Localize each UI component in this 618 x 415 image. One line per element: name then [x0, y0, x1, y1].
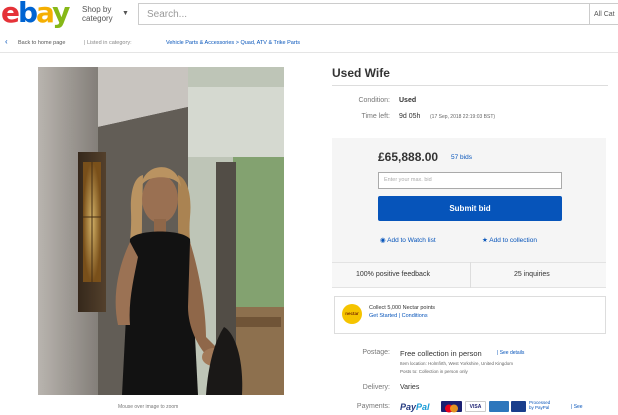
search-input[interactable]: Search... [138, 3, 590, 25]
bid-count-link[interactable]: 57 bids [451, 154, 472, 161]
end-date: (17 Sep, 2018 22:19:03 BST) [430, 114, 496, 120]
paypal-word1: Pay [400, 402, 417, 412]
nectar-links[interactable]: Get Started | Conditions [369, 313, 428, 319]
nectar-points-text: Collect 5,000 Nectar points [369, 305, 436, 311]
logo-letter-b: b [18, 0, 38, 29]
paypal-logo: PayPal [400, 402, 430, 412]
header-bar: ebay Shop by category ▼ Search... All Ca… [0, 0, 618, 30]
listed-in-label: | Listed in category: [84, 40, 132, 46]
listing-title: Used Wife [332, 66, 390, 80]
time-left-value: 9d 05h [399, 113, 421, 120]
shop-by-category-button[interactable]: Shop by category [82, 5, 113, 23]
current-price: £65,888.00 [378, 150, 439, 164]
back-to-home-link[interactable]: Back to home page [18, 40, 65, 46]
posts-to: Posts to: Collection in person only [400, 369, 468, 374]
header-divider [0, 52, 618, 53]
delivery-label: Delivery: [362, 384, 390, 391]
condition-value: Used [399, 97, 417, 104]
payments-label: Payments: [356, 403, 390, 410]
paypal-word2: Pal [416, 402, 430, 412]
zoom-caption: Mouse over image to zoom [118, 404, 179, 410]
watchlist-label: Add to Watch list [387, 237, 436, 244]
postage-label: Postage: [362, 349, 390, 356]
processed-line2: by PayPal [529, 405, 550, 410]
delivery-value: Varies [400, 384, 420, 391]
eye-icon: ◉ [380, 237, 386, 244]
visa-icon: VISA [465, 401, 486, 412]
see-details-link[interactable]: | See details [497, 350, 524, 356]
logo-letter-e: e [1, 0, 20, 29]
collection-label: Add to collection [489, 237, 537, 244]
add-to-collection-link[interactable]: ★ Add to collection [482, 236, 537, 244]
payment-see-link[interactable]: | See [571, 404, 583, 410]
chevron-down-icon[interactable]: ▼ [122, 10, 129, 17]
inquiries-count: 25 inquiries [514, 271, 550, 278]
shop-by-line2: category [82, 14, 113, 23]
logo-letter-a: a [36, 0, 54, 29]
amex-icon [489, 401, 509, 412]
max-bid-input[interactable]: Enter your max. bid [378, 172, 562, 189]
search-placeholder: Search... [147, 9, 188, 20]
logo-letter-y: y [52, 0, 70, 29]
item-location: Item location: Holmfirth, West Yorkshire… [400, 361, 513, 366]
condition-label: Condition: [358, 97, 390, 104]
category-path-link[interactable]: Vehicle Parts & Accessories > Quad, ATV … [166, 40, 300, 46]
listing-photo[interactable] [38, 67, 284, 395]
max-bid-placeholder: Enter your max. bid [384, 177, 432, 183]
mastercard-icon [441, 401, 462, 413]
add-to-watchlist-link[interactable]: ◉ Add to Watch list [380, 236, 436, 244]
postage-value: Free collection in person [400, 349, 482, 358]
photo-illustration [38, 67, 284, 395]
mastercard-circles-icon [445, 404, 458, 413]
chevron-left-icon[interactable]: ‹ [5, 37, 8, 46]
star-icon: ★ [482, 237, 488, 244]
category-select[interactable]: All Cat [590, 3, 618, 25]
ebay-logo[interactable]: ebay [1, 0, 70, 29]
positive-feedback: 100% positive feedback [356, 271, 430, 278]
processed-by-paypal: Processed by PayPal [529, 400, 550, 410]
time-left-label: Time left: [361, 113, 390, 120]
title-divider [332, 85, 608, 86]
shop-by-line1: Shop by [82, 5, 112, 14]
nectar-logo: nectar [342, 304, 362, 324]
feedback-divider [470, 262, 471, 288]
maestro-icon [511, 401, 526, 412]
submit-bid-button[interactable]: Submit bid [378, 196, 562, 221]
